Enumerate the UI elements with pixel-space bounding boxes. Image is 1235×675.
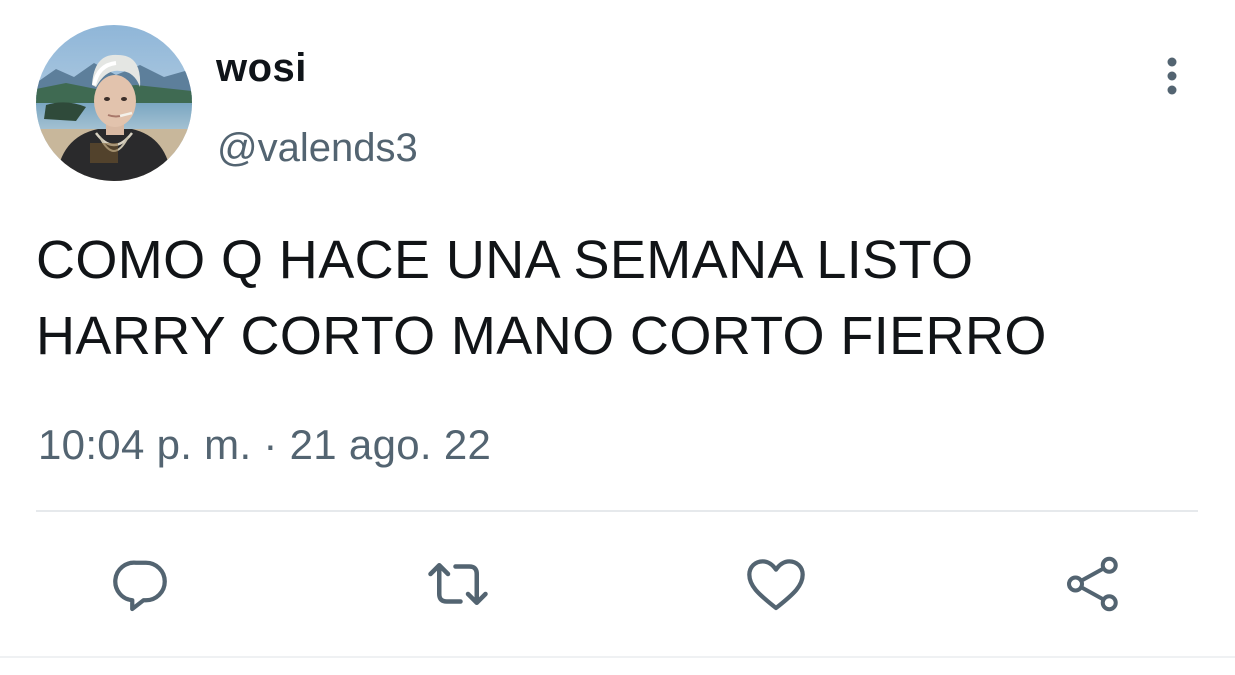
speech-bubble-icon (113, 560, 167, 612)
like-button[interactable] (740, 548, 812, 620)
tweet-timestamp[interactable]: 10:04 p. m. · 21 ago. 22 (38, 418, 491, 472)
bottom-divider (0, 656, 1235, 658)
reply-button[interactable] (105, 548, 177, 620)
avatar[interactable] (36, 25, 192, 181)
user-handle[interactable]: @valends3 (217, 122, 418, 174)
share-button[interactable] (1057, 548, 1129, 620)
heart-icon (747, 559, 805, 611)
profile-photo-icon (36, 25, 192, 181)
retweet-arrows-icon (428, 563, 488, 605)
tweet-card: wosi @valends3 COMO Q HACE UNA SEMANA LI… (0, 0, 1235, 675)
tweet-text: COMO Q HACE UNA SEMANA LISTO HARRY CORTO… (36, 230, 1047, 366)
vertical-dots-icon (1167, 57, 1177, 95)
divider (36, 510, 1198, 512)
more-options-button[interactable] (1150, 50, 1194, 102)
retweet-button[interactable] (422, 548, 494, 620)
display-name[interactable]: wosi (216, 42, 307, 94)
share-nodes-icon (1067, 556, 1118, 612)
